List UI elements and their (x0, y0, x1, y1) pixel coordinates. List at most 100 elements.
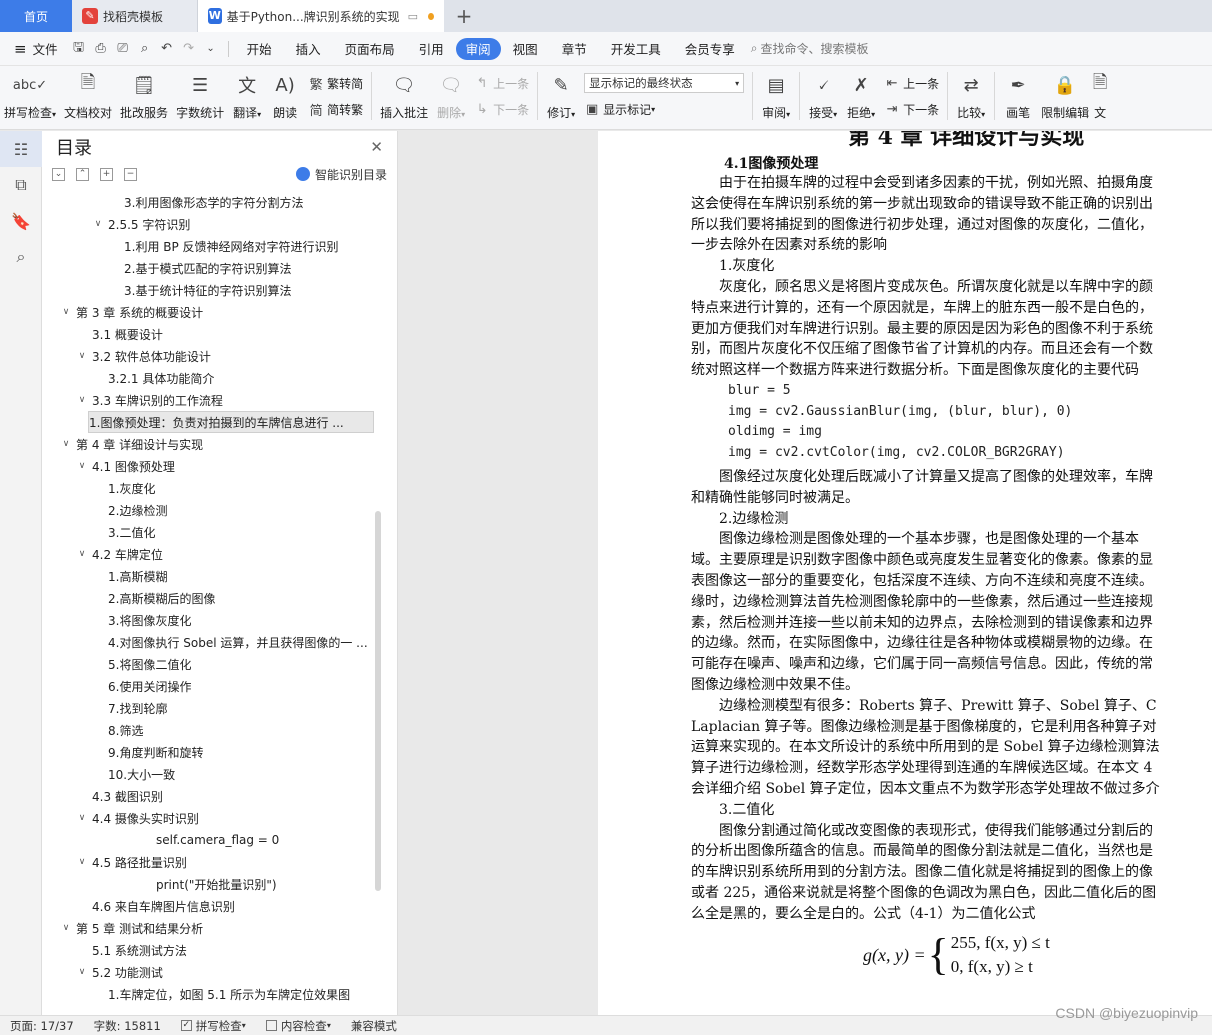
next-comment-button[interactable]: ↳ 下一条 (474, 99, 529, 119)
chevron-down-icon[interactable]: ∨ (76, 461, 88, 471)
undo-icon[interactable]: ↶ (156, 38, 178, 60)
read-aloud-button[interactable]: A) 朗读 (266, 70, 304, 126)
smart-toc-button[interactable]: 智能识别目录 (295, 166, 387, 183)
expand-all-icon[interactable]: ⌃ (76, 167, 89, 181)
batch-service-button[interactable]: 🗒 批改服务 (116, 70, 172, 126)
word-count[interactable]: 字数: 15811 (84, 1018, 171, 1034)
add-heading-icon[interactable]: + (100, 167, 113, 181)
window-icon[interactable]: ▭ (408, 10, 418, 23)
compare-button[interactable]: ⇄ 比较▾ (952, 70, 990, 126)
toc-item[interactable]: 4.6 来自车牌图片信息识别 (42, 895, 378, 917)
reject-button[interactable]: ✗ 拒绝▾ (842, 70, 880, 126)
translate-button[interactable]: 文 翻译▾ (228, 70, 266, 126)
document-page[interactable]: 第 4 章 详细设计与实现 4.1图像预处理 g(x, y) = { 255, … (598, 131, 1212, 1015)
toc-item[interactable]: 5.将图像二值化 (42, 653, 378, 675)
new-tab-button[interactable]: + (444, 0, 484, 32)
toc-item[interactable]: self.camera_flag = 0 (42, 829, 378, 851)
toc-scrollbar[interactable] (375, 511, 381, 891)
toc-item[interactable]: 2.基于模式匹配的字符识别算法 (42, 257, 378, 279)
toc-item[interactable]: 2.边缘检测 (42, 499, 378, 521)
toc-item[interactable]: 9.角度判断和旋转 (42, 741, 378, 763)
toc-item[interactable]: 10.大小一致 (42, 763, 378, 785)
toc-item[interactable]: ∨ 第 4 章 详细设计与实现 (42, 433, 378, 455)
toc-item[interactable]: ∨ 3.3 车牌识别的工作流程 (42, 389, 378, 411)
page-indicator[interactable]: 页面: 17/37 (0, 1018, 84, 1034)
customize-chevron-icon[interactable]: ⌄ (200, 38, 222, 60)
doc-permission-button[interactable]: 🗎 文 (1093, 70, 1107, 126)
toc-item[interactable]: 3.利用图像形态学的字符分割方法 (42, 191, 378, 213)
toc-item[interactable]: ∨ 第 3 章 系统的概要设计 (42, 301, 378, 323)
word-count-button[interactable]: ☰ 字数统计 (172, 70, 228, 126)
toc-item[interactable]: ∨ 4.4 摄像头实时识别 (42, 807, 378, 829)
toc-item[interactable]: 3.1 概要设计 (42, 323, 378, 345)
menu-member[interactable]: 会员专享 (673, 38, 747, 60)
proofread-button[interactable]: 🗎 文档校对 (60, 70, 116, 126)
toc-item[interactable]: 3.将图像灰度化 (42, 609, 378, 631)
toc-item[interactable]: 3.二值化 (42, 521, 378, 543)
menu-developer[interactable]: 开发工具 (599, 38, 673, 60)
chevron-down-icon[interactable]: ∨ (92, 219, 104, 229)
pen-button[interactable]: ✒ 画笔 (999, 70, 1037, 126)
delete-comment-button[interactable]: 🗨 删除▾ (432, 70, 470, 126)
save-icon[interactable]: 🖫 (68, 38, 90, 60)
command-search[interactable]: ⌕ 查找命令、搜索模板 (751, 40, 869, 57)
menu-chapter[interactable]: 章节 (550, 38, 599, 60)
chevron-down-icon[interactable]: ∨ (60, 439, 72, 449)
menu-page-layout[interactable]: 页面布局 (333, 38, 407, 60)
toc-item[interactable]: ∨ 4.2 车牌定位 (42, 543, 378, 565)
markup-state-select[interactable]: 显示标记的最终状态 ▾ (584, 73, 745, 93)
prev-change-button[interactable]: ⇤ 上一条 (884, 73, 939, 93)
chevron-down-icon[interactable]: ∨ (60, 307, 72, 317)
toc-item[interactable]: 3.基于统计特征的字符识别算法 (42, 279, 378, 301)
menu-review[interactable]: 审阅 (455, 37, 501, 60)
toc-item[interactable]: ∨ 4.1 图像预处理 (42, 455, 378, 477)
toc-item[interactable]: 1.图像预处理：负责对拍摄到的车牌信息进行 ... (88, 411, 374, 433)
toc-item[interactable]: 6.使用关闭操作 (42, 675, 378, 697)
toc-item[interactable]: 1.灰度化 (42, 477, 378, 499)
toc-item[interactable]: ∨ 5.2 功能测试 (42, 961, 378, 983)
toc-item[interactable]: ∨ 4.5 路径批量识别 (42, 851, 378, 873)
tab-home[interactable]: 首页 (0, 0, 72, 32)
toc-item[interactable]: 3.2.1 具体功能简介 (42, 367, 378, 389)
print-icon[interactable]: ⎚ (112, 38, 134, 60)
menu-start[interactable]: 开始 (235, 38, 284, 60)
print-preview-icon[interactable]: ⌕ (134, 38, 156, 60)
chevron-down-icon[interactable]: ∨ (76, 857, 88, 867)
toc-icon[interactable]: ☷ (0, 131, 42, 167)
close-icon[interactable]: ✕ (370, 138, 383, 156)
spellcheck-button[interactable]: abc✓ 拼写检查▾ (0, 70, 60, 126)
next-change-button[interactable]: ⇥ 下一条 (884, 99, 939, 119)
accept-button[interactable]: 🗸 接受▾ (804, 70, 842, 126)
menu-references[interactable]: 引用 (407, 38, 456, 60)
toc-item[interactable]: 1.车牌定位，如图 5.1 所示为车牌定位效果图 (42, 983, 378, 1005)
spellcheck-toggle[interactable]: ✓ 拼写检查 ▾ (171, 1018, 256, 1034)
tab-document[interactable]: W 基于Python...牌识别系统的实现 ▭ (198, 0, 444, 32)
toc-item[interactable]: 4.对图像执行 Sobel 运算，并且获得图像的一 ... (42, 631, 378, 653)
toc-item[interactable]: 1.高斯模糊 (42, 565, 378, 587)
chevron-down-icon[interactable]: ∨ (76, 967, 88, 977)
toc-item[interactable]: ∨ 第 5 章 测试和结果分析 (42, 917, 378, 939)
track-changes-button[interactable]: ✎ 修订▾ (542, 70, 580, 126)
chevron-down-icon[interactable]: ∨ (76, 549, 88, 559)
remove-heading-icon[interactable]: − (124, 167, 137, 181)
chevron-down-icon[interactable]: ∨ (76, 351, 88, 361)
chevron-down-icon[interactable]: ∨ (76, 813, 88, 823)
chevron-down-icon[interactable]: ∨ (76, 395, 88, 405)
to-traditional-button[interactable]: 繁繁转简 (308, 73, 364, 93)
toc-item[interactable]: ∨ 2.5.5 字符识别 (42, 213, 378, 235)
collapse-all-icon[interactable]: ⌄ (52, 167, 65, 181)
toc-item[interactable]: 1.利用 BP 反馈神经网络对字符进行识别 (42, 235, 378, 257)
menu-view[interactable]: 视图 (501, 38, 550, 60)
redo-icon[interactable]: ↷ (178, 38, 200, 60)
review-pane-button[interactable]: ▤ 审阅▾ (757, 70, 795, 126)
to-simplified-button[interactable]: 简简转繁 (308, 99, 364, 119)
bookmark-icon[interactable]: 🔖 (0, 203, 42, 239)
insert-comment-button[interactable]: 🗨 插入批注 (376, 70, 432, 126)
tab-docer-templates[interactable]: ✎ 找稻壳模板 (72, 0, 198, 32)
search-icon[interactable]: ⌕ (0, 239, 42, 275)
nav-pane-icon[interactable]: ⧉ (0, 167, 42, 203)
export-pdf-icon[interactable]: ⎙ (90, 38, 112, 60)
toc-item[interactable]: 5.1 系统测试方法 (42, 939, 378, 961)
restrict-editing-button[interactable]: 🔒 限制编辑 (1037, 70, 1093, 126)
toc-item[interactable]: 2.高斯模糊后的图像 (42, 587, 378, 609)
